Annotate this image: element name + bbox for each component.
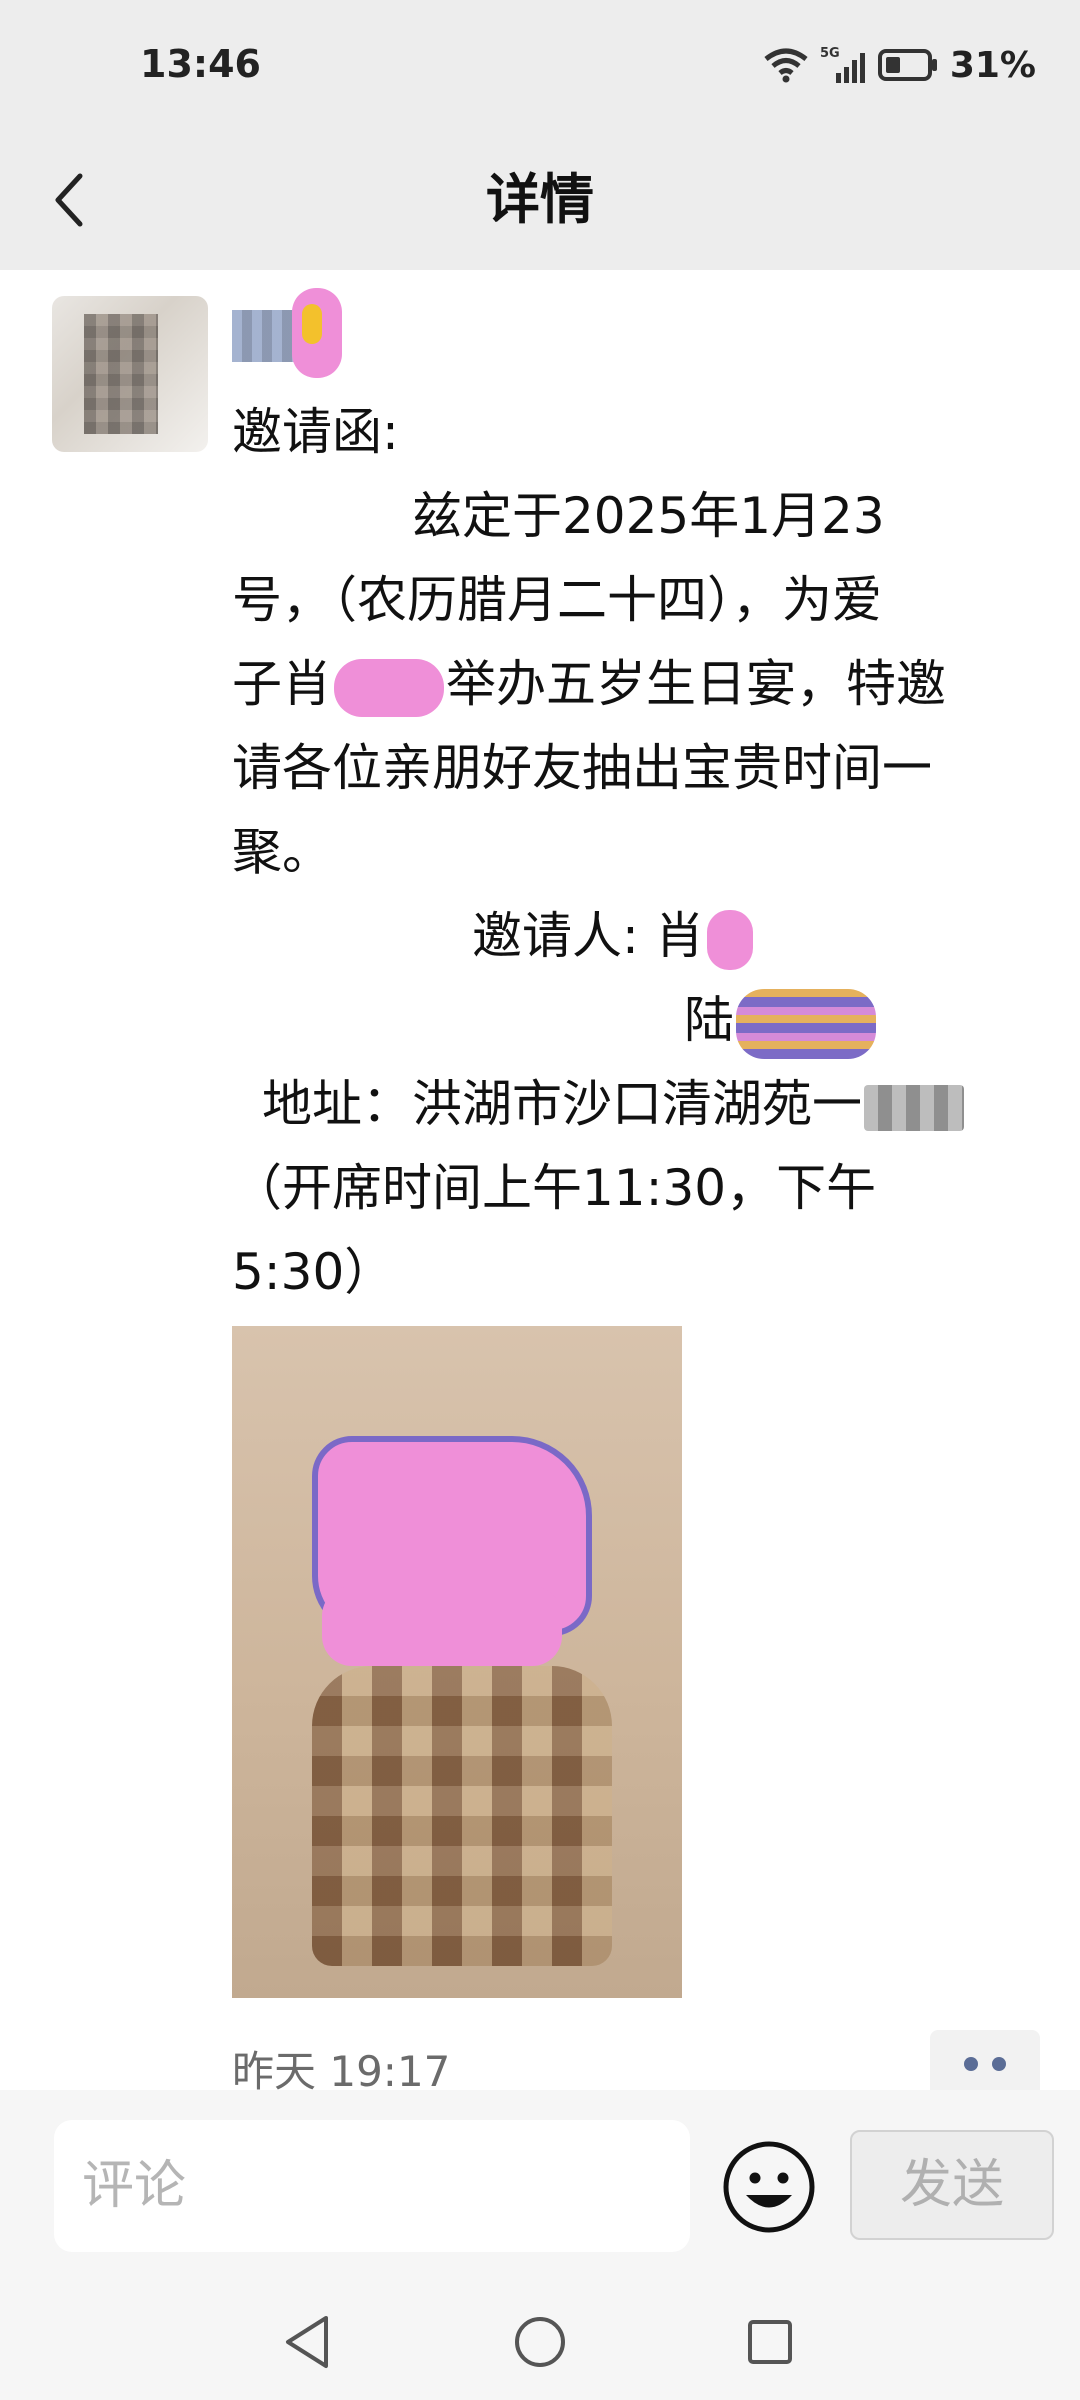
post-line-part: 邀请人: 肖 — [472, 907, 705, 965]
more-button[interactable] — [930, 2030, 1040, 2098]
redacted-name — [334, 658, 444, 717]
system-nav-bar — [0, 2280, 1080, 2400]
post-line-part: 陆 — [684, 991, 734, 1049]
post-line-mixed: 子肖 举办五岁生日宴，特邀 — [232, 642, 1042, 726]
post-line: 请各位亲朋好友抽出宝贵时间一 — [232, 739, 932, 797]
more-dot — [964, 2057, 978, 2071]
post-line: 聚。 — [232, 823, 332, 881]
more-dot — [992, 2057, 1006, 2071]
avatar-mosaic — [84, 314, 158, 434]
send-button[interactable]: 发送 — [850, 2130, 1054, 2240]
comment-bar: 评论 发送 — [0, 2090, 1080, 2280]
page-title: 详情 — [486, 168, 594, 231]
emoji-button[interactable] — [722, 2140, 816, 2234]
network-label: 5G — [820, 46, 840, 61]
nav-bar: 详情 — [0, 130, 1080, 270]
photo-mosaic — [312, 1666, 612, 1966]
post-photo[interactable] — [232, 1326, 682, 1998]
post-line-mixed: 地址：洪湖市沙口清湖苑一 — [232, 1062, 1042, 1146]
post-line: 兹定于2025年1月23 — [412, 487, 885, 545]
photo-sticker — [322, 1586, 562, 1666]
status-time: 13:46 — [140, 42, 261, 86]
system-recent-button[interactable] — [730, 2302, 810, 2382]
post-line-mixed: 陆 — [232, 978, 1042, 1062]
avatar[interactable] — [52, 296, 208, 452]
status-icons: 5G 31% — [764, 40, 1036, 90]
battery-percent: 31% — [949, 44, 1036, 86]
post-line: 邀请函: — [232, 403, 399, 461]
back-button[interactable] — [30, 160, 110, 240]
post-line: （开席时间上午11:30，下午 — [232, 1159, 877, 1217]
system-back-button[interactable] — [268, 2302, 348, 2382]
signal-icon: 5G — [820, 46, 865, 83]
square-recent-icon — [748, 2320, 792, 2364]
smiley-icon — [723, 2141, 815, 2233]
post-line-mixed: 邀请人: 肖 — [232, 894, 1042, 978]
post-line: 5:30） — [232, 1243, 395, 1301]
redacted-name — [736, 988, 876, 1059]
post-line: 号，（农历腊月二十四），为爱 — [232, 571, 882, 629]
triangle-back-icon — [286, 2316, 328, 2368]
wifi-icon — [764, 48, 808, 83]
username-redacted[interactable] — [232, 288, 342, 378]
battery-icon — [877, 49, 937, 81]
redacted-address — [864, 1084, 964, 1131]
post-line-part: 举办五岁生日宴，特邀 — [446, 655, 946, 713]
post-line-part: 子肖 — [232, 655, 332, 713]
circle-home-icon — [515, 2317, 565, 2367]
post-text: 邀请函: 兹定于2025年1月23 号，（农历腊月二十四），为爱 子肖 举办五岁生… — [232, 390, 1042, 1314]
comment-input[interactable]: 评论 — [54, 2120, 690, 2252]
status-bar: 13:46 5G 31% — [0, 0, 1080, 130]
redacted-name — [706, 909, 753, 970]
post-line-part: 地址：洪湖市沙口清湖苑一 — [262, 1075, 862, 1133]
chevron-left-icon — [55, 173, 83, 227]
system-home-button[interactable] — [500, 2302, 580, 2382]
